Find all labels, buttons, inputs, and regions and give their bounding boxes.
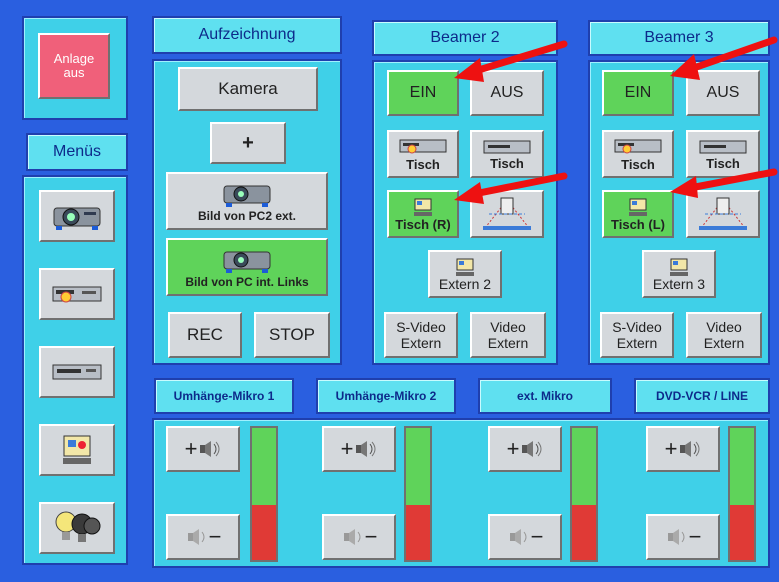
speaker-icon bbox=[200, 441, 220, 457]
menu-lights-button[interactable] bbox=[39, 502, 115, 554]
meter-red-2 bbox=[406, 504, 430, 560]
meter-green-3 bbox=[572, 428, 596, 505]
meter-green-1 bbox=[252, 428, 276, 505]
annotation-arrow-beamer2-tisch-r bbox=[454, 172, 568, 204]
speaker-icon bbox=[509, 529, 527, 545]
beamer3-tisch-dvd-button[interactable]: Tisch bbox=[602, 130, 674, 178]
volume-down-button-3[interactable]: − bbox=[488, 514, 562, 560]
light-bulbs-icon bbox=[55, 511, 101, 542]
pc-monitor-icon bbox=[414, 198, 432, 216]
bild-pc2-label: Bild von PC2 ext. bbox=[197, 208, 297, 223]
volume-up-button-3[interactable]: + bbox=[488, 426, 562, 472]
beamer2-tisch-dvd-button[interactable]: Tisch bbox=[387, 130, 459, 178]
menu-vcr-dvd-button[interactable] bbox=[39, 268, 115, 320]
beamer2-extern-button[interactable]: Extern 2 bbox=[428, 250, 502, 298]
kamera-button[interactable]: Kamera bbox=[178, 67, 318, 111]
pc-monitor-icon bbox=[670, 258, 688, 276]
bild-pc-links-button[interactable]: Bild von PC int. Links bbox=[166, 238, 328, 296]
pc-monitor-icon bbox=[629, 198, 647, 216]
menu-pc-button[interactable] bbox=[39, 424, 115, 476]
meter-green-4 bbox=[730, 428, 754, 505]
beamer2-video-button[interactable]: Video Extern bbox=[470, 312, 546, 358]
speaker-icon bbox=[343, 529, 361, 545]
menus-title: Menüs bbox=[26, 133, 128, 171]
vcr-dvd-icon bbox=[399, 139, 447, 153]
volume-down-button-1[interactable]: − bbox=[166, 514, 240, 560]
volume-down-button-4[interactable]: − bbox=[646, 514, 720, 560]
volume-up-button-1[interactable]: + bbox=[166, 426, 240, 472]
annotation-arrow-beamer3-tisch-l bbox=[670, 168, 778, 198]
meter-red-3 bbox=[572, 504, 596, 560]
pc-monitor-icon bbox=[456, 258, 474, 276]
channel-title-1: Umhänge-Mikro 1 bbox=[154, 378, 294, 414]
channel-title-2: Umhänge-Mikro 2 bbox=[316, 378, 456, 414]
beamer2-tisch-r-button[interactable]: Tisch (R) bbox=[387, 190, 459, 238]
vcr-dvd-icon bbox=[52, 286, 102, 303]
beamer3-extern-button[interactable]: Extern 3 bbox=[642, 250, 716, 298]
vcr-icon bbox=[52, 364, 102, 380]
volume-up-button-4[interactable]: + bbox=[646, 426, 720, 472]
vcr-dvd-icon bbox=[614, 139, 662, 153]
volume-down-button-2[interactable]: − bbox=[322, 514, 396, 560]
anlage-aus-button[interactable]: Anlage aus bbox=[38, 33, 110, 99]
level-meter-2 bbox=[404, 426, 432, 562]
beamer2-ein-button[interactable]: EIN bbox=[387, 70, 459, 116]
vcr-icon bbox=[699, 140, 747, 153]
meter-green-2 bbox=[406, 428, 430, 505]
bild-pc2-button[interactable]: Bild von PC2 ext. bbox=[166, 172, 328, 230]
speaker-icon bbox=[522, 441, 542, 457]
beamer-icon bbox=[53, 207, 101, 230]
aufzeichnung-title: Aufzeichnung bbox=[152, 16, 342, 54]
menu-beamer-button[interactable] bbox=[39, 190, 115, 242]
level-meter-1 bbox=[250, 426, 278, 562]
meter-red-1 bbox=[252, 504, 276, 560]
control-screen: Anlage aus Menüs Aufzeichnung Kamera + B… bbox=[0, 0, 779, 582]
speaker-icon bbox=[187, 529, 205, 545]
beamer2-svideo-button[interactable]: S-Video Extern bbox=[384, 312, 458, 358]
plus-button[interactable]: + bbox=[210, 122, 286, 164]
channel-title-3: ext. Mikro bbox=[478, 378, 612, 414]
meter-red-4 bbox=[730, 504, 754, 560]
beamer-icon bbox=[223, 251, 271, 273]
beamer-icon bbox=[223, 185, 271, 207]
stop-button[interactable]: STOP bbox=[254, 312, 330, 358]
beamer3-video-button[interactable]: Video Extern bbox=[686, 312, 762, 358]
level-meter-4 bbox=[728, 426, 756, 562]
annotation-arrow-beamer3-ein bbox=[670, 36, 778, 80]
beamer3-tisch-l-button[interactable]: Tisch (L) bbox=[602, 190, 674, 238]
speaker-icon bbox=[667, 529, 685, 545]
vcr-icon bbox=[483, 140, 531, 153]
speaker-icon bbox=[356, 441, 376, 457]
menu-vcr-button[interactable] bbox=[39, 346, 115, 398]
channel-title-4: DVD-VCR / LINE bbox=[634, 378, 770, 414]
beamer3-ein-button[interactable]: EIN bbox=[602, 70, 674, 116]
pc-monitor-icon bbox=[63, 435, 91, 464]
speaker-icon bbox=[680, 441, 700, 457]
anlage-aus-label: Anlage aus bbox=[53, 51, 95, 80]
rec-button[interactable]: REC bbox=[168, 312, 242, 358]
bild-pc-links-label: Bild von PC int. Links bbox=[185, 274, 309, 289]
level-meter-3 bbox=[570, 426, 598, 562]
beamer3-svideo-button[interactable]: S-Video Extern bbox=[600, 312, 674, 358]
annotation-arrow-beamer2-ein bbox=[454, 40, 568, 82]
volume-up-button-2[interactable]: + bbox=[322, 426, 396, 472]
